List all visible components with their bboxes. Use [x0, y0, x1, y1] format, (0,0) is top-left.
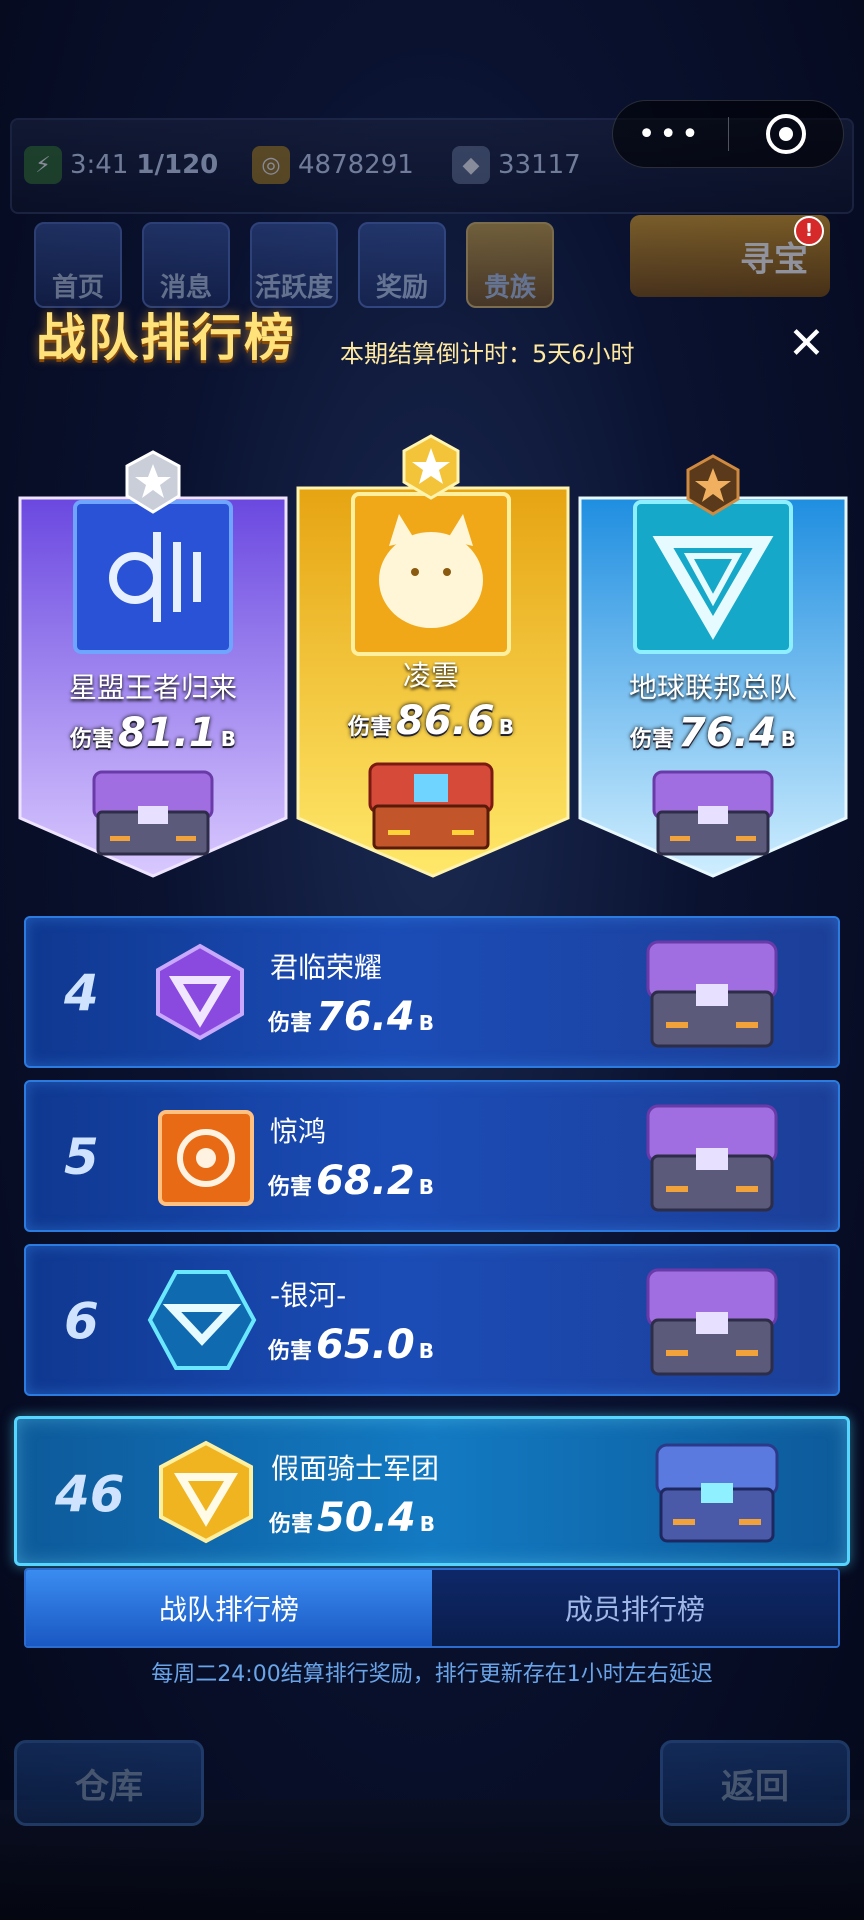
nav-messages: 消息 — [142, 222, 230, 308]
reward-chest-icon[interactable] — [642, 1098, 782, 1216]
close-icon[interactable]: ✕ — [788, 322, 825, 366]
damage-unit: B — [780, 727, 796, 751]
energy-resource: ⚡ 3:41 1/120 — [24, 142, 218, 188]
team-name: -银河- — [270, 1279, 347, 1312]
countdown-value: 5天6小时 — [532, 340, 635, 368]
back-button: 返回 — [660, 1740, 850, 1826]
energy-icon: ⚡ — [24, 146, 62, 184]
damage-label: 伤害 — [70, 727, 115, 752]
reward-chest-icon[interactable] — [642, 1262, 782, 1380]
team-emblem-icon — [73, 500, 233, 654]
alert-badge: ! — [794, 216, 824, 246]
damage-unit: B — [418, 1339, 434, 1363]
damage-unit: B — [419, 1512, 435, 1536]
coins-resource: ◎ 4878291 — [252, 142, 414, 188]
damage-value: 50.4 — [317, 1495, 416, 1541]
damage-value: 65.0 — [316, 1322, 415, 1368]
countdown-label: 本期结算倒计时： — [340, 340, 532, 368]
reward-chest-icon[interactable] — [364, 758, 498, 852]
settlement-countdown: 本期结算倒计时：5天6小时 — [340, 334, 635, 369]
rank-number: 5 — [64, 1128, 99, 1186]
damage-label: 伤害 — [630, 727, 675, 752]
ranking-row-6[interactable]: 6 -银河- 伤害 65.0 B — [24, 1244, 840, 1396]
team-damage: 伤害 65.0 B — [268, 1322, 434, 1368]
team-name: 惊鸿 — [270, 1115, 327, 1148]
damage-label: 伤害 — [348, 715, 393, 740]
coins-value: 4878291 — [298, 150, 414, 180]
damage-value: 68.2 — [316, 1158, 415, 1204]
ranking-tabs: 战队排行榜 成员排行榜 — [24, 1568, 840, 1648]
bronze-medal-icon — [686, 454, 740, 516]
reward-chest-icon[interactable] — [648, 766, 778, 858]
silver-medal-icon — [125, 450, 181, 514]
rank-number: 6 — [64, 1292, 99, 1350]
energy-timer: 3:41 — [70, 150, 129, 180]
tab-member-ranking[interactable]: 成员排行榜 — [432, 1570, 838, 1646]
gem-icon: ◆ — [452, 146, 490, 184]
damage-unit: B — [418, 1175, 434, 1199]
nav-rewards: 奖励 — [358, 222, 446, 308]
team-name: 假面骑士军团 — [271, 1452, 440, 1485]
team-logo-icon — [147, 1270, 257, 1370]
team-damage: 伤害 76.4 B — [578, 710, 848, 756]
screen: ⚡ 3:41 1/120 ◎ 4878291 ◆ 33117 ••• 首页 消息… — [0, 0, 864, 1920]
nav-label: 贵族 — [483, 273, 536, 303]
team-emblem-icon — [633, 500, 793, 654]
nav-label: 奖励 — [375, 273, 428, 303]
rank-number: 46 — [55, 1465, 125, 1523]
team-name: 地球联邦总队 — [628, 671, 797, 704]
warehouse-button: 仓库 — [14, 1740, 204, 1826]
target-icon — [765, 114, 806, 154]
nav-home: 首页 — [34, 222, 122, 308]
gems-value: 33117 — [498, 150, 581, 180]
background-nav: 首页 消息 活跃度 奖励 贵族 — [34, 222, 554, 308]
damage-value: 81.1 — [118, 710, 217, 756]
podium-card-rank-3[interactable]: 地球联邦总队 伤害 76.4 B — [578, 454, 848, 878]
damage-label: 伤害 — [269, 1512, 314, 1537]
team-damage: 伤害 86.6 B — [296, 698, 566, 744]
damage-value: 86.6 — [396, 698, 495, 744]
reward-chest-icon[interactable] — [642, 934, 782, 1052]
more-menu-button[interactable]: ••• — [613, 117, 728, 152]
team-logo-icon — [159, 1440, 253, 1544]
podium-card-rank-2[interactable]: 星盟王者归来 伤害 81.1 B — [18, 450, 288, 878]
team-damage: 伤害 50.4 B — [269, 1495, 435, 1541]
nav-noble: 贵族 — [466, 222, 554, 308]
team-logo-icon — [156, 943, 244, 1041]
rank-number: 4 — [64, 964, 99, 1022]
settlement-note: 每周二24:00结算排行奖励，排行更新存在1小时左右延迟 — [151, 1662, 713, 1687]
gold-medal-icon — [402, 434, 460, 500]
coin-icon: ◎ — [252, 146, 290, 184]
team-emblem-icon — [351, 492, 511, 656]
damage-unit: B — [220, 727, 236, 751]
ranking-row-5[interactable]: 5 惊鸿 伤害 68.2 B — [24, 1080, 840, 1232]
team-name: 星盟王者归来 — [68, 671, 237, 704]
team-logo-icon — [158, 1110, 254, 1206]
energy-count: 1/120 — [136, 150, 219, 180]
nav-activity: 活跃度 — [250, 222, 338, 308]
ranking-row-own-team[interactable]: 46 假面骑士军团 伤害 50.4 B — [14, 1416, 850, 1566]
damage-value: 76.4 — [316, 994, 415, 1040]
damage-unit: B — [418, 1011, 434, 1035]
mini-program-capsule: ••• — [612, 100, 844, 168]
reward-chest-icon[interactable] — [651, 1437, 783, 1547]
team-damage: 伤害 68.2 B — [268, 1158, 434, 1204]
damage-label: 伤害 — [268, 1339, 313, 1364]
close-program-button[interactable] — [728, 114, 843, 154]
team-name: 君临荣耀 — [270, 951, 383, 984]
team-damage: 伤害 81.1 B — [18, 710, 288, 756]
team-name: 凌雲 — [402, 659, 459, 692]
damage-label: 伤害 — [268, 1175, 313, 1200]
gems-resource: ◆ 33117 — [452, 142, 581, 188]
tab-team-ranking[interactable]: 战队排行榜 — [26, 1570, 432, 1646]
damage-unit: B — [498, 715, 514, 739]
reward-chest-icon[interactable] — [88, 766, 218, 858]
team-damage: 伤害 76.4 B — [268, 994, 434, 1040]
page-title: 战队排行榜 — [36, 309, 296, 367]
damage-value: 76.4 — [678, 710, 777, 756]
ranking-row-4[interactable]: 4 君临荣耀 伤害 76.4 B — [24, 916, 840, 1068]
podium-card-rank-1[interactable]: 凌雲 伤害 86.6 B — [296, 434, 570, 878]
damage-label: 伤害 — [268, 1011, 313, 1036]
